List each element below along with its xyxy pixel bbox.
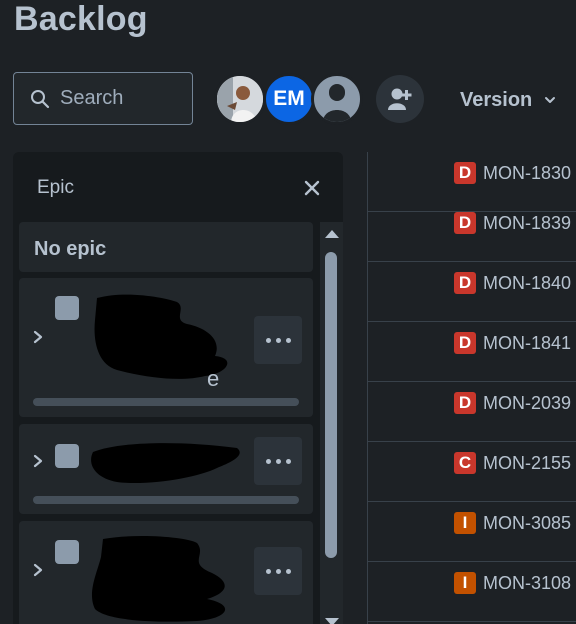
issue-row[interactable]: I MON-3108 xyxy=(368,562,576,622)
redacted-epic-name xyxy=(91,443,240,484)
epic-panel-title: Epic xyxy=(37,177,74,198)
epic-panel-scrollbar[interactable] xyxy=(320,222,343,624)
epic-checkbox[interactable] xyxy=(55,444,79,468)
svg-text:e: e xyxy=(207,366,219,390)
epic-checkbox[interactable] xyxy=(55,540,79,564)
epic-progress-bar xyxy=(33,398,299,406)
issue-key[interactable]: MON-1830 xyxy=(483,163,571,184)
issue-row[interactable]: C MON-2155 xyxy=(368,442,576,502)
search-box[interactable] xyxy=(13,72,193,125)
issue-type-icon: C xyxy=(454,452,476,474)
issue-row[interactable]: D MON-2039 xyxy=(368,382,576,442)
more-icon xyxy=(265,337,271,343)
issue-key[interactable]: MON-2039 xyxy=(483,393,571,414)
issue-type-icon: D xyxy=(454,332,476,354)
issue-type-icon: D xyxy=(454,162,476,184)
chevron-right-icon[interactable] xyxy=(31,329,45,345)
close-panel-button[interactable] xyxy=(300,176,324,200)
epic-card[interactable] xyxy=(19,521,313,624)
redacted-epic-name xyxy=(91,536,226,622)
issue-key[interactable]: MON-1841 xyxy=(483,333,571,354)
version-filter-dropdown[interactable]: Version xyxy=(452,80,562,120)
issue-list: D MON-1830 D MON-1839 D MON-1840 D MON-1… xyxy=(367,152,576,624)
epic-card[interactable] xyxy=(19,424,313,514)
issue-type-icon: D xyxy=(454,392,476,414)
issue-type-icon: I xyxy=(454,512,476,534)
add-person-icon xyxy=(388,88,412,110)
no-epic-label: No epic xyxy=(34,238,107,260)
scroll-thumb[interactable] xyxy=(325,252,337,558)
epic-more-actions-button[interactable] xyxy=(254,316,302,364)
issue-type-icon: I xyxy=(454,572,476,594)
chevron-right-icon[interactable] xyxy=(31,562,45,578)
epic-more-actions-button[interactable] xyxy=(254,547,302,595)
page-title: Backlog xyxy=(14,0,148,38)
issue-row[interactable]: I MON-3085 xyxy=(368,502,576,562)
add-people-button[interactable] xyxy=(376,75,424,123)
chevron-right-icon[interactable] xyxy=(31,453,45,469)
issue-key[interactable]: MON-1839 xyxy=(483,213,571,234)
version-filter-label: Version xyxy=(460,88,533,111)
user-icon xyxy=(323,84,351,122)
avatar-generic-user[interactable] xyxy=(311,73,363,125)
user-photo-avatar xyxy=(217,76,263,122)
issue-key[interactable]: MON-2155 xyxy=(483,453,571,474)
close-icon xyxy=(304,180,320,196)
avatar-initials: EM xyxy=(273,87,305,110)
issue-row[interactable]: D MON-1839 xyxy=(368,202,576,262)
issue-key[interactable]: MON-3085 xyxy=(483,513,571,534)
search-input[interactable] xyxy=(60,87,180,110)
epic-progress-bar xyxy=(33,496,299,504)
issue-row[interactable]: D MON-1840 xyxy=(368,262,576,322)
epic-card[interactable]: e xyxy=(19,278,313,417)
issue-type-icon: D xyxy=(454,272,476,294)
more-icon xyxy=(265,458,271,464)
epic-checkbox[interactable] xyxy=(55,296,79,320)
epic-panel: Epic No epic e xyxy=(13,152,343,624)
avatar-user-photo[interactable] xyxy=(214,73,266,125)
more-icon xyxy=(265,568,271,574)
redacted-epic-name: e xyxy=(94,294,228,390)
avatar-em[interactable]: EM xyxy=(263,73,315,125)
search-icon xyxy=(31,89,50,108)
scroll-up-arrow-icon[interactable] xyxy=(325,230,339,238)
scroll-down-arrow-icon[interactable] xyxy=(325,618,339,624)
issue-key[interactable]: MON-1840 xyxy=(483,273,571,294)
issue-key[interactable]: MON-3108 xyxy=(483,573,571,594)
chevron-down-icon xyxy=(545,97,556,103)
no-epic-item[interactable]: No epic xyxy=(19,222,313,272)
epic-more-actions-button[interactable] xyxy=(254,437,302,485)
issue-type-icon: D xyxy=(454,212,476,234)
issue-row[interactable]: D MON-1841 xyxy=(368,322,576,382)
